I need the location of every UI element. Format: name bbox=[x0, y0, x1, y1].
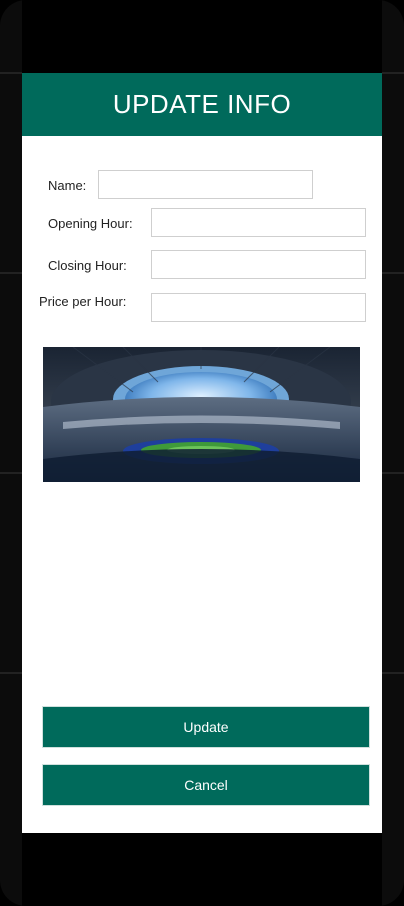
stadium-image bbox=[43, 347, 360, 482]
cancel-button[interactable]: Cancel bbox=[42, 764, 370, 806]
cancel-button-label: Cancel bbox=[184, 777, 228, 793]
name-field[interactable] bbox=[98, 170, 313, 199]
update-button[interactable]: Update bbox=[42, 706, 370, 748]
closing-hour-field[interactable] bbox=[151, 250, 366, 279]
update-button-label: Update bbox=[183, 719, 229, 735]
name-label: Name: bbox=[48, 178, 87, 193]
device-frame: UPDATE INFO Name: Opening Hour: Closing … bbox=[0, 0, 404, 906]
closing-hour-label: Closing Hour: bbox=[48, 258, 127, 273]
opening-hour-field[interactable] bbox=[151, 208, 366, 237]
price-per-hour-field[interactable] bbox=[151, 293, 366, 322]
opening-hour-label: Opening Hour: bbox=[48, 216, 133, 231]
update-info-dialog: UPDATE INFO Name: Opening Hour: Closing … bbox=[22, 73, 382, 833]
price-per-hour-label: Price per Hour: bbox=[39, 294, 127, 309]
dialog-title: UPDATE INFO bbox=[22, 73, 382, 136]
